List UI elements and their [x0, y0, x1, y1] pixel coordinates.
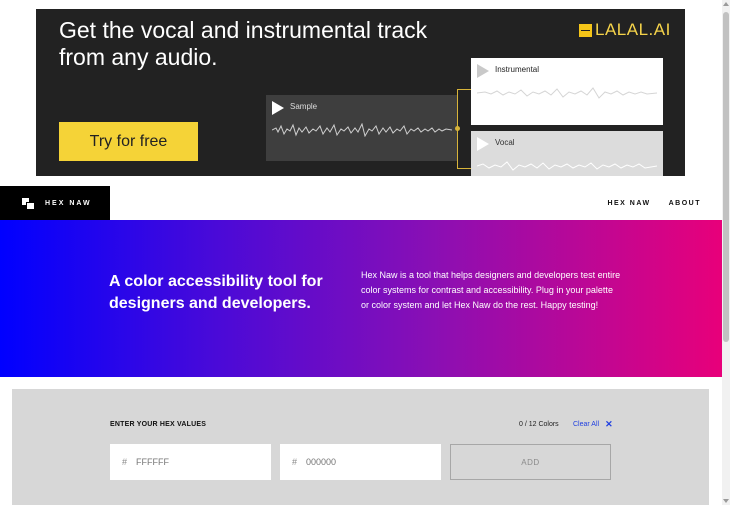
hex-field-2[interactable]: # [280, 444, 441, 480]
hero-description: Hex Naw is a tool that helps designers a… [361, 270, 621, 310]
clear-all-button[interactable]: Clear All ✕ [573, 419, 613, 429]
ad-headline: Get the vocal and instrumental track fro… [59, 17, 428, 70]
sample-panel: Sample [266, 95, 457, 161]
waveform-icon [272, 123, 452, 137]
nav-link-about[interactable]: ABOUT [669, 200, 701, 207]
hash-prefix: # [122, 457, 128, 467]
hex-input-section: ENTER YOUR HEX VALUES 0 / 12 Colors Clea… [12, 389, 709, 505]
ad-banner[interactable]: Get the vocal and instrumental track fro… [36, 9, 685, 176]
vocal-panel: Vocal [471, 131, 663, 176]
play-icon[interactable] [272, 101, 284, 115]
hero-title: A color accessibility tool for designers… [109, 273, 323, 312]
waveform-icon [477, 161, 657, 171]
color-count: 0 / 12 Colors [519, 421, 559, 428]
hero: A color accessibility tool for designers… [0, 220, 722, 377]
hex-naw-logo-icon [22, 198, 34, 209]
add-button[interactable]: ADD [450, 444, 611, 480]
play-icon[interactable] [477, 137, 489, 151]
try-for-free-button[interactable]: Try for free [59, 122, 198, 161]
instrumental-panel: Instrumental [471, 58, 663, 125]
hex-input-2[interactable] [306, 457, 407, 467]
top-nav: HEX NAW HEX NAW ABOUT [0, 186, 722, 220]
hex-input-1[interactable] [136, 457, 237, 467]
nav-link-hex-naw[interactable]: HEX NAW [607, 200, 650, 207]
scroll-thumb[interactable] [723, 12, 729, 342]
nav-links: HEX NAW ABOUT [607, 186, 701, 220]
waveform-icon [477, 87, 657, 99]
clear-all-label: Clear All [573, 421, 600, 428]
split-dot [455, 126, 460, 131]
vocal-label: Vocal [495, 138, 515, 147]
hex-field-1[interactable]: # [110, 444, 271, 480]
scroll-up-icon[interactable] [723, 2, 729, 6]
brand-home-link[interactable]: HEX NAW [0, 186, 110, 220]
lalal-logo-icon [579, 23, 592, 37]
ad-brand: LALAL.AI [595, 20, 671, 39]
page: Get the vocal and instrumental track fro… [0, 0, 730, 505]
hex-input-label: ENTER YOUR HEX VALUES [110, 421, 207, 428]
hash-prefix: # [292, 457, 298, 467]
instrumental-label: Instrumental [495, 65, 540, 74]
play-icon[interactable] [477, 64, 489, 78]
scrollbar[interactable] [722, 0, 730, 505]
brand-name: HEX NAW [45, 199, 92, 207]
sample-label: Sample [290, 102, 318, 111]
scroll-down-icon[interactable] [723, 499, 729, 503]
close-icon: ✕ [605, 419, 613, 429]
ad-logo: LALAL.AI [579, 20, 671, 40]
